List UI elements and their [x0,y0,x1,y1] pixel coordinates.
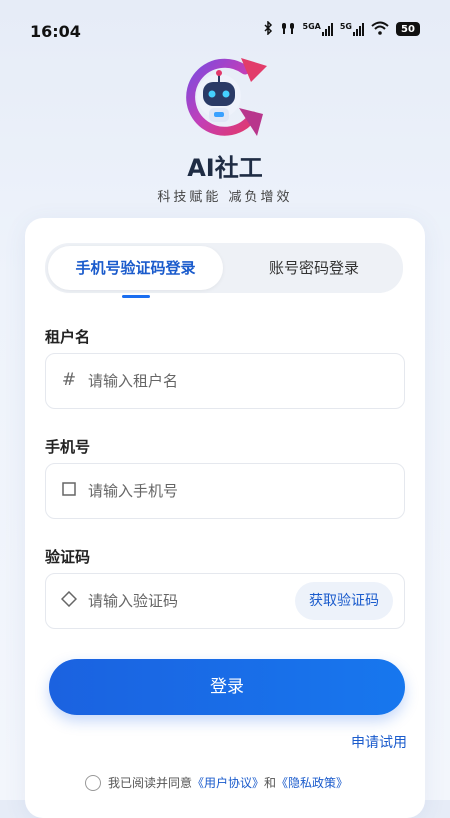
login-button[interactable]: 登录 [49,659,405,715]
app-title: AI社工 [187,154,263,182]
wifi-icon [371,21,389,38]
diamond-icon [60,590,78,609]
tenant-field[interactable]: # [45,353,405,409]
agreement-prefix: 我已阅读并同意 [108,776,193,790]
agreement-row: 我已阅读并同意 《用户协议》 和 《隐私政策》 [85,774,405,791]
status-time: 16:04 [30,22,81,41]
battery-icon: 50 [396,22,420,36]
robot-logo-icon [175,52,275,144]
tenant-label: 租户名 [45,328,91,346]
get-code-button[interactable]: 获取验证码 [295,582,393,620]
bluetooth-icon [263,19,273,38]
earbuds-icon [280,21,296,38]
tenant-input[interactable] [88,366,328,396]
status-icons: 5GA 5G 50 [263,18,420,40]
network-type-2: 5G [339,22,352,31]
tab-phone-code-login[interactable]: 手机号验证码登录 [48,246,223,290]
agreement-and: 和 [264,776,277,790]
user-agreement-link[interactable]: 《用户协议》 [192,774,264,791]
login-card: 手机号验证码登录 账号密码登录 租户名 # 手机号 验证码 获取验证码 登录 申… [25,218,425,818]
code-label: 验证码 [45,548,91,566]
active-tab-indicator [122,295,150,298]
hash-icon: # [61,370,77,390]
phone-field[interactable] [45,463,405,519]
login-tabs: 手机号验证码登录 账号密码登录 [45,243,403,293]
tab-password-login[interactable]: 账号密码登录 [225,243,403,293]
code-field[interactable]: 获取验证码 [45,573,405,629]
apply-trial-link[interactable]: 申请试用 [351,732,407,752]
phone-label: 手机号 [45,438,91,456]
privacy-policy-link[interactable]: 《隐私政策》 [276,774,348,791]
phone-input[interactable] [88,476,328,506]
app-slogan: 科技赋能 减负增效 [157,190,293,205]
status-bar: 16:04 5GA 5G 50 [0,0,450,50]
agreement-radio[interactable] [85,774,101,791]
network-type-1: 5GA [302,22,321,31]
signal-icon [353,22,364,36]
square-icon [60,481,78,499]
signal-icon [321,22,333,36]
code-input[interactable] [88,586,278,616]
